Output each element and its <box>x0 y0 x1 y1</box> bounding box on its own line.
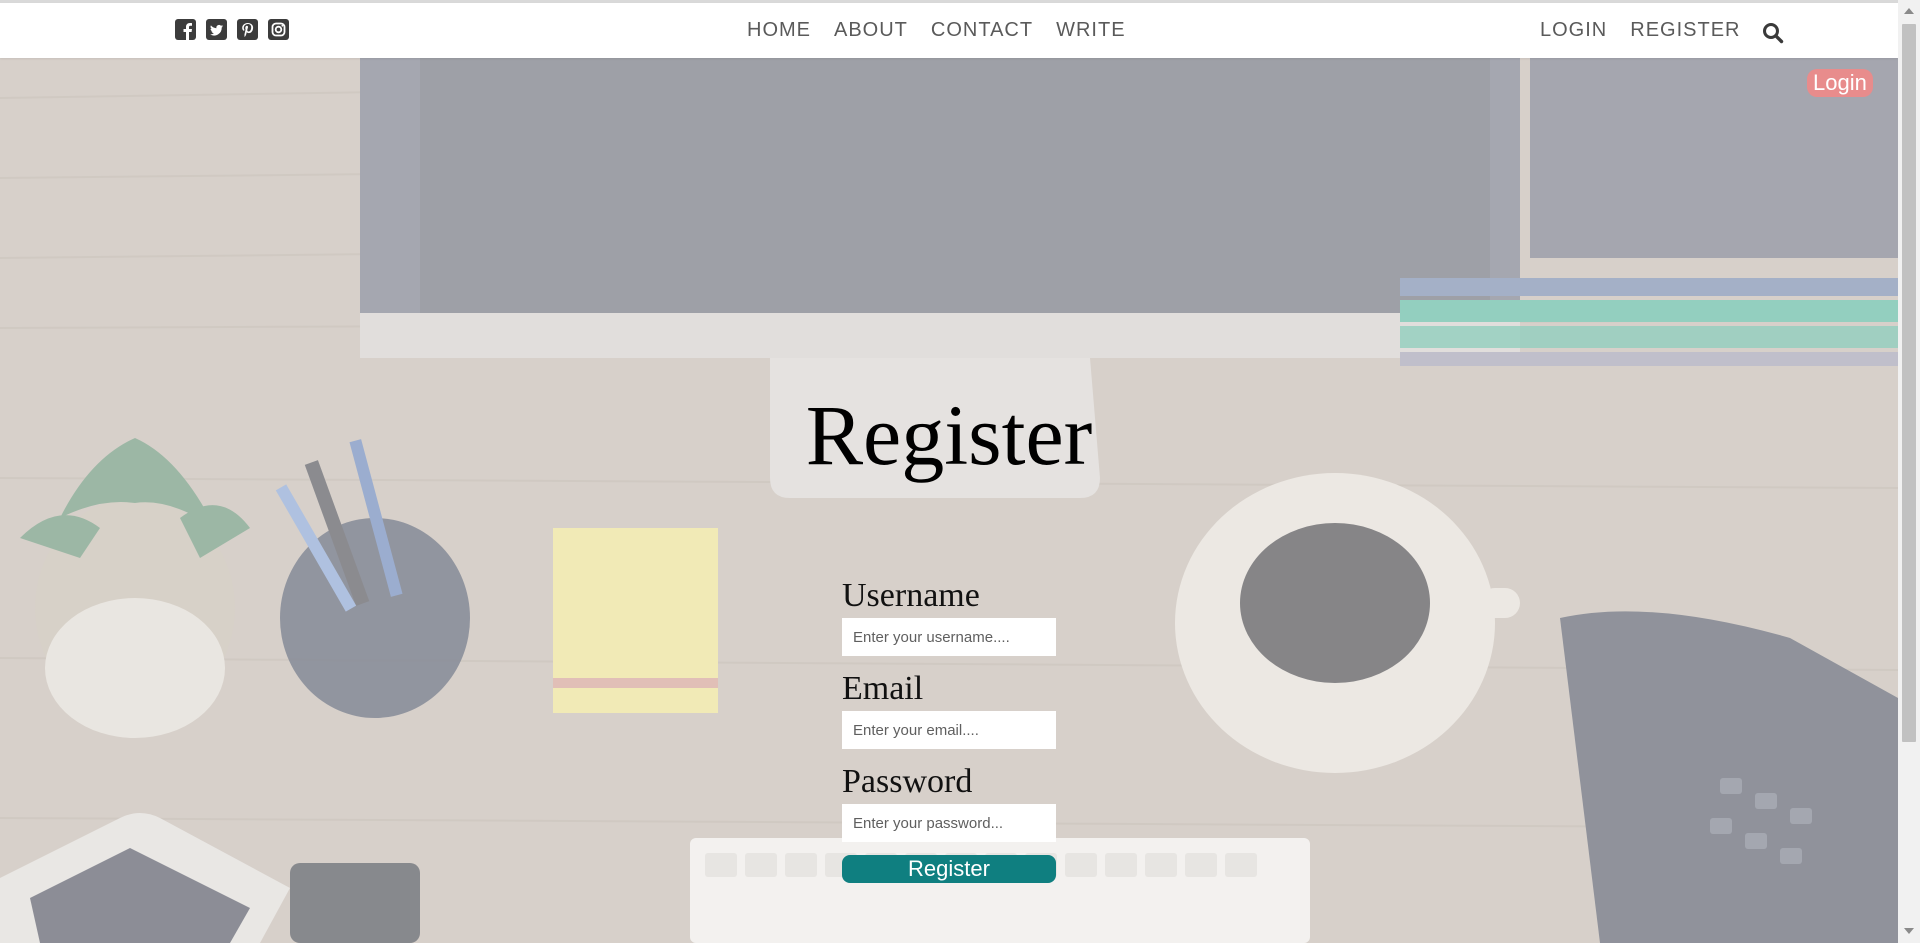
facebook-icon[interactable] <box>175 19 196 40</box>
email-label: Email <box>842 670 924 707</box>
scrollbar-thumb[interactable] <box>1902 24 1916 742</box>
register-form: Username Email Password Register <box>842 576 1056 883</box>
nav-contact[interactable]: CONTACT <box>931 18 1033 42</box>
username-input[interactable] <box>842 618 1056 656</box>
nav-register[interactable]: REGISTER <box>1630 18 1740 42</box>
social-links <box>175 19 289 40</box>
twitter-icon[interactable] <box>206 19 227 40</box>
auth-nav: LOGIN REGISTER <box>1540 18 1741 42</box>
main-nav: HOME ABOUT CONTACT WRITE <box>747 18 1126 42</box>
nav-home[interactable]: HOME <box>747 18 811 42</box>
username-label: Username <box>842 577 980 614</box>
pinterest-icon[interactable] <box>237 19 258 40</box>
top-navbar: HOME ABOUT CONTACT WRITE LOGIN REGISTER <box>0 3 1898 58</box>
email-input[interactable] <box>842 711 1056 749</box>
password-label: Password <box>842 763 973 800</box>
nav-login[interactable]: LOGIN <box>1540 18 1607 42</box>
login-button[interactable]: Login <box>1807 69 1873 97</box>
scroll-down-arrow-icon[interactable] <box>1904 928 1914 934</box>
register-submit-button[interactable]: Register <box>842 855 1056 883</box>
search-icon[interactable] <box>1762 22 1784 44</box>
vertical-scrollbar[interactable] <box>1898 0 1920 943</box>
instagram-icon[interactable] <box>268 19 289 40</box>
register-hero: Login Register Username Email Password R… <box>0 58 1898 943</box>
scroll-up-arrow-icon[interactable] <box>1904 8 1914 14</box>
nav-write[interactable]: WRITE <box>1056 18 1125 42</box>
password-input[interactable] <box>842 804 1056 842</box>
nav-about[interactable]: ABOUT <box>834 18 908 42</box>
page-title: Register <box>805 387 1093 483</box>
